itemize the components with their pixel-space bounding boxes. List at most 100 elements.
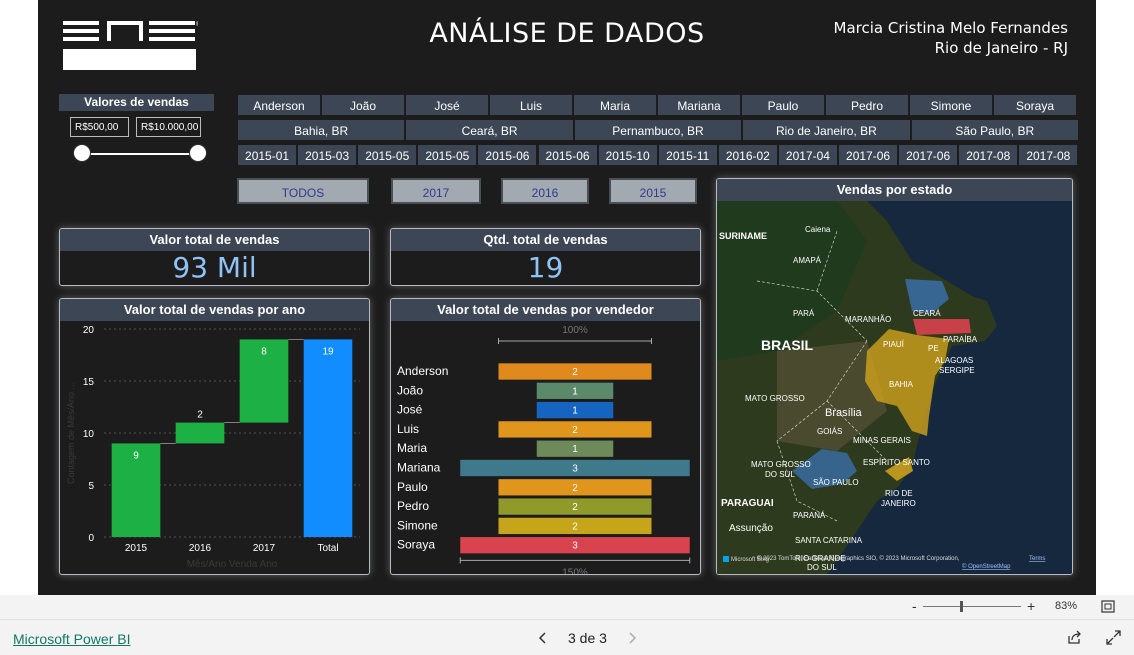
month-filter-chip[interactable]: 2015-06: [477, 144, 538, 166]
powerbi-link[interactable]: Microsoft Power BI: [13, 631, 130, 647]
author-name: Marcia Cristina Melo Fernandes: [833, 19, 1068, 37]
x-axis-title: Mês/Ano Venda Ano: [187, 559, 278, 570]
state-filter-chip[interactable]: Rio de Janeiro, BR: [742, 119, 911, 141]
total-qty-card: Qtd. total de vendas 19: [390, 228, 701, 286]
seller-filter-chip[interactable]: Luis: [489, 94, 573, 116]
zoom-out-button[interactable]: -: [912, 598, 917, 614]
funnel-value-label: 2: [572, 521, 578, 532]
x-tick-label: 2015: [125, 543, 148, 554]
total-qty-kpi: 19: [527, 251, 564, 284]
funnel-category-label: João: [397, 383, 423, 397]
value-slicer-title: Valores de vendas: [59, 94, 214, 111]
waterfall-bar[interactable]: [303, 339, 353, 537]
month-filter-chip[interactable]: 2015-01: [237, 144, 298, 166]
map-place-label: PARAGUAI: [721, 498, 774, 509]
state-filter-chip[interactable]: Ceará, BR: [405, 119, 574, 141]
funnel-category-label: Soraya: [397, 538, 435, 552]
funnel-value-label: 1: [572, 386, 578, 397]
funnel-value-label: 2: [572, 367, 578, 378]
funnel-category-label: Simone: [397, 518, 438, 532]
year-filter-button[interactable]: 2015: [609, 178, 697, 204]
map-terms-link[interactable]: Terms: [1029, 556, 1045, 562]
min-slider-handle[interactable]: [73, 144, 91, 162]
map-place-label: CEARÁ: [913, 309, 941, 318]
seller-filter-chip[interactable]: Simone: [909, 94, 993, 116]
fullscreen-icon[interactable]: [1106, 630, 1121, 645]
bar-data-label: 8: [261, 346, 267, 357]
seller-filter-chip[interactable]: Maria: [573, 94, 657, 116]
y-axis-title: Contagem de Mês/Ano ...: [66, 382, 76, 484]
total-value-kpi: 93 Mil: [172, 251, 257, 284]
max-slider-handle[interactable]: [189, 144, 207, 162]
seller-filter-chip[interactable]: Soraya: [993, 94, 1077, 116]
seller-filter-chip[interactable]: Mariana: [657, 94, 741, 116]
map-place-label: BAHIA: [889, 380, 914, 389]
zoom-level: 83%: [1055, 600, 1078, 612]
map-place-label: DO SUL: [765, 470, 795, 479]
previous-page-icon[interactable]: [538, 632, 548, 644]
zoom-slider-thumb[interactable]: [960, 601, 963, 612]
month-filter-chip[interactable]: 2015-03: [297, 144, 358, 166]
total-value-title: Valor total de vendas: [60, 229, 369, 251]
funnel-value-label: 2: [572, 425, 578, 436]
month-filter-chip[interactable]: 2017-08: [958, 144, 1019, 166]
funnel-value-label: 1: [572, 406, 578, 417]
min-value-input[interactable]: R$500,00: [70, 117, 129, 137]
max-value-input[interactable]: R$10.000,00: [136, 117, 201, 137]
funnel-value-label: 2: [572, 483, 578, 494]
month-filter-chip[interactable]: 2015-05: [357, 144, 418, 166]
share-icon[interactable]: [1067, 630, 1082, 645]
state-filter-chip[interactable]: Bahia, BR: [237, 119, 406, 141]
value-slider-track[interactable]: [82, 153, 198, 155]
seller-filter-chip[interactable]: Pedro: [825, 94, 909, 116]
sales-by-seller-card: Valor total de vendas por vendedor 100% 2…: [390, 298, 701, 575]
waterfall-bar[interactable]: [175, 422, 225, 444]
map-place-label: MATO GROSSO: [751, 460, 811, 469]
map-place-label: PARÁ: [793, 309, 815, 318]
map-place-label: MINAS GERAIS: [853, 436, 911, 445]
zoom-in-button[interactable]: +: [1027, 598, 1035, 614]
month-filter-chip[interactable]: 2015-10: [597, 144, 658, 166]
sales-by-year-title: Valor total de vendas por ano: [60, 299, 369, 321]
zoom-slider[interactable]: [923, 606, 1021, 607]
funnel-chart: 100% 2 Anderson 1 João 1 José 2 Luis 1 Maria 3 Maria…: [397, 325, 691, 574]
map-place-label: PARANÁ: [793, 511, 826, 520]
fit-to-page-icon[interactable]: [1101, 600, 1115, 613]
state-filter-chip[interactable]: São Paulo, BR: [910, 119, 1079, 141]
map-place-label: AMAPÁ: [793, 256, 822, 265]
y-tick-label: 5: [88, 481, 94, 492]
y-tick-label: 10: [83, 429, 95, 440]
month-filter-chip[interactable]: 2015-05: [417, 144, 478, 166]
bar-data-label: 2: [197, 410, 203, 421]
month-filter-chip[interactable]: 2015-11: [657, 144, 718, 166]
month-filter-chip[interactable]: 2015-06: [537, 144, 598, 166]
funnel-value-label: 3: [572, 541, 578, 552]
seller-filter-chip[interactable]: João: [321, 94, 405, 116]
map-place-label: Assunção: [729, 523, 773, 534]
year-filter-button[interactable]: TODOS: [237, 178, 369, 204]
seller-filter-chip[interactable]: Anderson: [237, 94, 321, 116]
brazil-map[interactable]: SURINAME Caiena AMAPÁ PARÁ MARANHÃO CEARÁ PARA…: [717, 201, 1072, 574]
map-place-label: BRASIL: [761, 337, 814, 353]
map-attribution: © 2023 TomTom, Earthstar Geographics SIO…: [757, 555, 960, 562]
year-filter-button[interactable]: 2016: [501, 178, 589, 204]
state-filter-chip[interactable]: Pernambuco, BR: [573, 119, 743, 141]
bing-label: Microsoft Bing: [731, 557, 769, 563]
x-tick-label: 2017: [253, 543, 276, 554]
month-filter-chip[interactable]: 2017-06: [838, 144, 899, 166]
month-filter-chip[interactable]: 2017-06: [898, 144, 959, 166]
seller-filter-chip[interactable]: José: [405, 94, 489, 116]
total-qty-title: Qtd. total de vendas: [391, 229, 700, 251]
funnel-value-label: 1: [572, 444, 578, 455]
seller-filter-chip[interactable]: Paulo: [741, 94, 825, 116]
month-filter-chip[interactable]: 2017-08: [1018, 144, 1079, 166]
month-filter-chip[interactable]: 2016-02: [717, 144, 778, 166]
next-page-icon[interactable]: [627, 632, 637, 644]
map-place-label: SANTA CATARINA: [795, 536, 863, 545]
funnel-category-label: Maria: [397, 441, 427, 455]
state-pernambuco[interactable]: [913, 319, 971, 335]
map-osm-link[interactable]: © OpenStreetMap: [962, 563, 1011, 570]
year-filter-button[interactable]: 2017: [391, 178, 481, 204]
month-filter-chip[interactable]: 2017-04: [777, 144, 838, 166]
map-place-label: SURINAME: [719, 231, 767, 241]
